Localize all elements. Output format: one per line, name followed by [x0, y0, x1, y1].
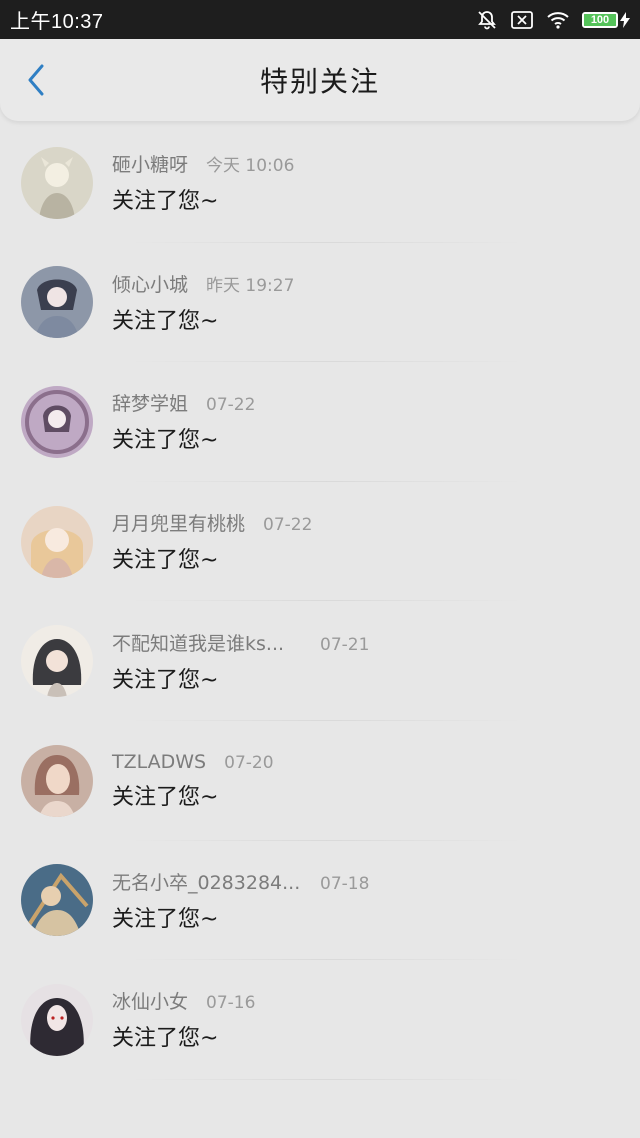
list-item[interactable]: 月月兜里有桃桃 07-22 关注了您~: [0, 482, 640, 602]
avatar[interactable]: [21, 266, 93, 339]
list-item[interactable]: 不配知道我是谁ks... 07-21 关注了您~: [0, 601, 640, 721]
item-header: 不配知道我是谁ks... 07-21: [112, 629, 369, 656]
follow-list: 砸小糖呀 今天 10:06 关注了您~ 倾心小城 昨天 19:27 关注了您~ …: [0, 121, 640, 1080]
user-name[interactable]: 冰仙小女: [112, 987, 188, 1014]
message-text: 关注了您~: [112, 428, 219, 454]
list-item[interactable]: 冰仙小女 07-16 关注了您~: [0, 960, 640, 1080]
message-text: 关注了您~: [112, 308, 219, 334]
item-header: 倾心小城 昨天 19:27: [112, 270, 294, 297]
avatar[interactable]: [21, 385, 93, 458]
no-sim-icon: [510, 10, 534, 30]
user-name[interactable]: 倾心小城: [112, 270, 188, 297]
item-text: 冰仙小女 07-16 关注了您~: [112, 987, 255, 1052]
item-text: 倾心小城 昨天 19:27 关注了您~: [112, 270, 294, 335]
timestamp: 07-20: [224, 752, 274, 773]
timestamp: 07-21: [320, 634, 370, 655]
battery-icon: 100: [582, 11, 618, 28]
back-button[interactable]: [18, 58, 54, 102]
battery-indicator: 100: [582, 11, 630, 28]
timestamp: 今天 10:06: [206, 156, 295, 177]
message-text: 关注了您~: [112, 1026, 219, 1052]
message-text: 关注了您~: [112, 189, 219, 215]
status-bar: 上午10:37 100: [0, 0, 640, 39]
message-text: 关注了您~: [112, 906, 219, 932]
item-text: 砸小糖呀 今天 10:06 关注了您~: [112, 150, 294, 215]
avatar[interactable]: [21, 505, 93, 578]
item-text: 月月兜里有桃桃 07-22 关注了您~: [112, 509, 312, 574]
item-header: 无名小卒_0283284... 07-18: [112, 868, 369, 895]
page-title: 特别关注: [259, 65, 380, 98]
message-text: 关注了您~: [112, 784, 219, 810]
avatar[interactable]: [21, 744, 93, 817]
avatar[interactable]: [21, 625, 93, 698]
list-item[interactable]: 倾心小城 昨天 19:27 关注了您~: [0, 243, 640, 363]
item-header: TZLADWS 07-20: [112, 751, 274, 773]
timestamp: 07-18: [320, 873, 370, 894]
user-name[interactable]: 辞梦学姐: [112, 389, 188, 416]
item-header: 辞梦学姐 07-22: [112, 389, 255, 416]
item-text: TZLADWS 07-20 关注了您~: [112, 751, 274, 811]
user-name[interactable]: TZLADWS: [112, 751, 206, 773]
mute-bell-icon: [476, 9, 498, 31]
list-item[interactable]: 辞梦学姐 07-22 关注了您~: [0, 362, 640, 482]
avatar[interactable]: [21, 864, 93, 937]
charging-icon: [620, 11, 630, 28]
list-item[interactable]: 无名小卒_0283284... 07-18 关注了您~: [0, 841, 640, 961]
avatar[interactable]: [21, 146, 93, 219]
item-header: 砸小糖呀 今天 10:06: [112, 150, 294, 177]
timestamp: 昨天 19:27: [206, 275, 295, 296]
user-name[interactable]: 月月兜里有桃桃: [112, 509, 245, 536]
timestamp: 07-22: [263, 515, 313, 536]
item-header: 月月兜里有桃桃 07-22: [112, 509, 312, 536]
status-time: 上午10:37: [10, 11, 104, 33]
item-text: 无名小卒_0283284... 07-18 关注了您~: [112, 868, 369, 933]
chevron-left-icon: [28, 64, 44, 96]
wifi-icon: [546, 10, 570, 30]
user-name[interactable]: 不配知道我是谁ks...: [112, 629, 302, 656]
avatar[interactable]: [21, 983, 93, 1056]
battery-level-text: 100: [590, 13, 610, 26]
list-item[interactable]: 砸小糖呀 今天 10:06 关注了您~: [0, 123, 640, 243]
message-text: 关注了您~: [112, 667, 219, 693]
header: 特别关注: [0, 39, 640, 121]
timestamp: 07-22: [206, 395, 256, 416]
item-text: 辞梦学姐 07-22 关注了您~: [112, 389, 255, 454]
user-name[interactable]: 无名小卒_0283284...: [112, 868, 302, 895]
message-text: 关注了您~: [112, 548, 219, 574]
user-name[interactable]: 砸小糖呀: [112, 150, 188, 177]
status-icons: 100: [476, 9, 630, 31]
timestamp: 07-16: [206, 993, 256, 1014]
item-text: 不配知道我是谁ks... 07-21 关注了您~: [112, 629, 369, 694]
item-header: 冰仙小女 07-16: [112, 987, 255, 1014]
list-item[interactable]: TZLADWS 07-20 关注了您~: [0, 721, 640, 841]
